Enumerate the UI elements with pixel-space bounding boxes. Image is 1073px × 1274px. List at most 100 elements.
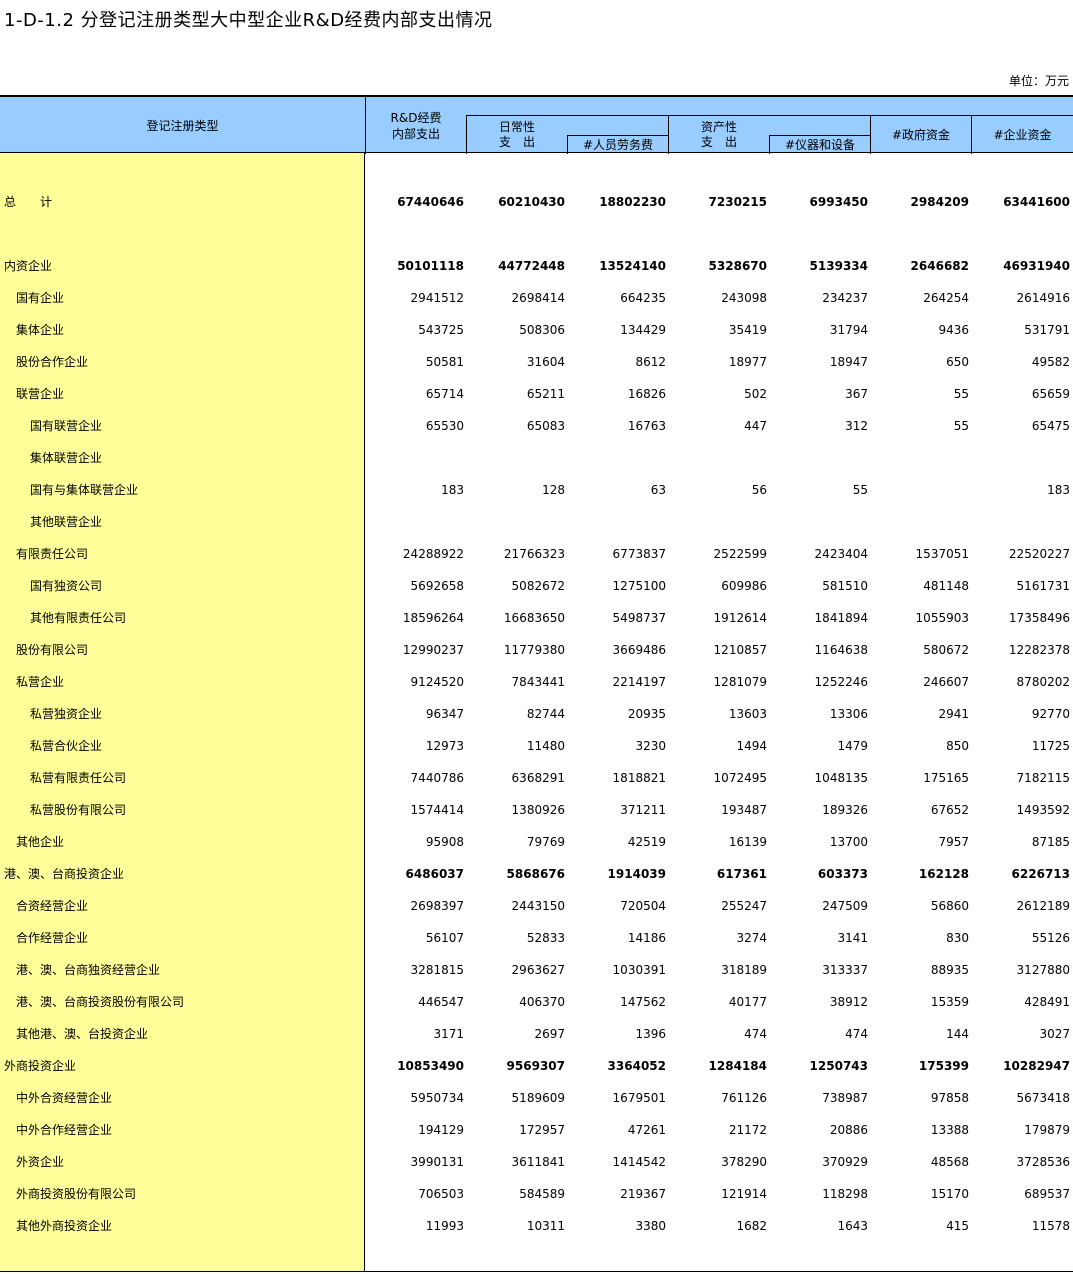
row-value: 234237: [822, 291, 868, 305]
row-value: 147562: [620, 995, 666, 1009]
table-row: 外商投资企业 10853490 9569307 3364052 1284184 12507…: [0, 1056, 1073, 1076]
row-value: 10311: [526, 1219, 565, 1233]
row-value: 1643: [837, 1219, 868, 1233]
row-value: 11578: [1031, 1219, 1070, 1233]
row-label: 国有独资公司: [30, 579, 103, 593]
row-value: 3364052: [607, 1059, 666, 1073]
row-value: 2698397: [410, 899, 464, 913]
header-labor: #人员劳务费: [582, 138, 654, 152]
row-value: 7843441: [511, 675, 565, 689]
row-value: 12282378: [1008, 643, 1070, 657]
row-value: 2941: [938, 707, 969, 721]
row-value: 88935: [930, 963, 969, 977]
table-row: 股份合作企业 50581 31604 8612 18977 18947 650 49582: [0, 352, 1073, 372]
row-value: 255247: [721, 899, 767, 913]
row-value: 179879: [1024, 1123, 1070, 1137]
row-value: 7182115: [1016, 771, 1070, 785]
row-value: 14186: [627, 931, 666, 945]
row-value: 11779380: [503, 643, 565, 657]
table-row: 私营独资企业 96347 82744 20935 13603 13306 2941 92770: [0, 704, 1073, 724]
row-value: 9124520: [410, 675, 464, 689]
row-value: 8780202: [1016, 675, 1070, 689]
table-row: 港、澳、台商投资企业 6486037 5868676 1914039 617361 603…: [0, 864, 1073, 884]
row-value: 3611841: [511, 1155, 565, 1169]
header-divider: [769, 135, 870, 136]
row-value: 144: [946, 1027, 969, 1041]
row-value: 1679501: [612, 1091, 666, 1105]
row-value: 370929: [822, 1155, 868, 1169]
table-row: 股份有限公司 12990237 11779380 3669486 1210857 1164…: [0, 640, 1073, 660]
header-asset-line2: 支 出: [700, 135, 737, 149]
table-row: 私营合伙企业 12973 11480 3230 1494 1479 850 11725: [0, 736, 1073, 756]
row-value: 82744: [526, 707, 565, 721]
row-value: 5082672: [511, 579, 565, 593]
table-row: 其他联营企业: [0, 512, 1073, 532]
row-value: 183: [1047, 483, 1070, 497]
row-value: 52833: [526, 931, 565, 945]
table-row: 中外合资经营企业 5950734 5189609 1679501 761126 73898…: [0, 1088, 1073, 1108]
row-value: 1841894: [814, 611, 868, 625]
row-value: 63: [650, 483, 666, 497]
row-value: 15359: [930, 995, 969, 1009]
row-value: 3669486: [612, 643, 666, 657]
row-value: 2214197: [612, 675, 666, 689]
row-value: 47261: [627, 1123, 666, 1137]
table-header: 登记注册类型 R&D经费 内部支出 日常性 支 出 #人员劳务费 资产性 支 出…: [0, 95, 1073, 154]
row-value: 9436: [938, 323, 969, 337]
row-value: 97858: [930, 1091, 969, 1105]
row-label: 其他外商投资企业: [16, 1219, 113, 1233]
row-value: 720504: [620, 899, 666, 913]
row-value: 48568: [930, 1155, 969, 1169]
row-value: 13306: [829, 707, 868, 721]
row-value: 10282947: [1003, 1059, 1070, 1073]
table-row: 私营有限责任公司 7440786 6368291 1818821 1072495 1048…: [0, 768, 1073, 788]
row-value: 447: [744, 419, 767, 433]
row-value: 56107: [425, 931, 464, 945]
row-value: 18977: [728, 355, 767, 369]
row-value: 689537: [1024, 1187, 1070, 1201]
row-label: 其他有限责任公司: [30, 611, 127, 625]
row-value: 2697: [534, 1027, 565, 1041]
row-value: 1281079: [713, 675, 767, 689]
row-value: 2646682: [910, 259, 969, 273]
row-value: 6993450: [809, 195, 868, 209]
row-value: 65211: [526, 387, 565, 401]
row-value: 706503: [418, 1187, 464, 1201]
row-value: 367: [845, 387, 868, 401]
row-value: 65475: [1031, 419, 1070, 433]
row-value: 246607: [923, 675, 969, 689]
unit-label: 单位：万元: [1008, 74, 1069, 88]
row-value: 38912: [829, 995, 868, 1009]
row-value: 1493592: [1016, 803, 1070, 817]
row-label: 总 计: [4, 195, 53, 209]
header-daily-line1: 日常性: [498, 120, 535, 134]
row-value: 1494: [736, 739, 767, 753]
row-value: 13603: [728, 707, 767, 721]
header-rd-line1: R&D经费: [390, 111, 442, 125]
row-value: 761126: [721, 1091, 767, 1105]
header-divider: [365, 97, 366, 154]
row-value: 5498737: [612, 611, 666, 625]
row-value: 650: [946, 355, 969, 369]
row-value: 20935: [627, 707, 666, 721]
row-value: 1537051: [915, 547, 969, 561]
row-value: 474: [744, 1027, 767, 1041]
row-label: 外资企业: [16, 1155, 65, 1169]
row-value: 830: [946, 931, 969, 945]
row-value: 9569307: [506, 1059, 565, 1073]
row-value: 65530: [425, 419, 464, 433]
row-value: 850: [946, 739, 969, 753]
header-daily-line2: 支 出: [498, 135, 535, 149]
row-value: 65659: [1031, 387, 1070, 401]
row-value: 318189: [721, 963, 767, 977]
row-value: 474: [845, 1027, 868, 1041]
table-row: 外资企业 3990131 3611841 1414542 378290 370929 485…: [0, 1152, 1073, 1172]
row-label: 合资经营企业: [16, 899, 89, 913]
row-value: 46931940: [1003, 259, 1070, 273]
row-value: 6226713: [1011, 867, 1070, 881]
row-label: 集体联营企业: [30, 451, 103, 465]
row-value: 1284184: [708, 1059, 767, 1073]
row-value: 1380926: [511, 803, 565, 817]
row-value: 3990131: [410, 1155, 464, 1169]
row-value: 118298: [822, 1187, 868, 1201]
